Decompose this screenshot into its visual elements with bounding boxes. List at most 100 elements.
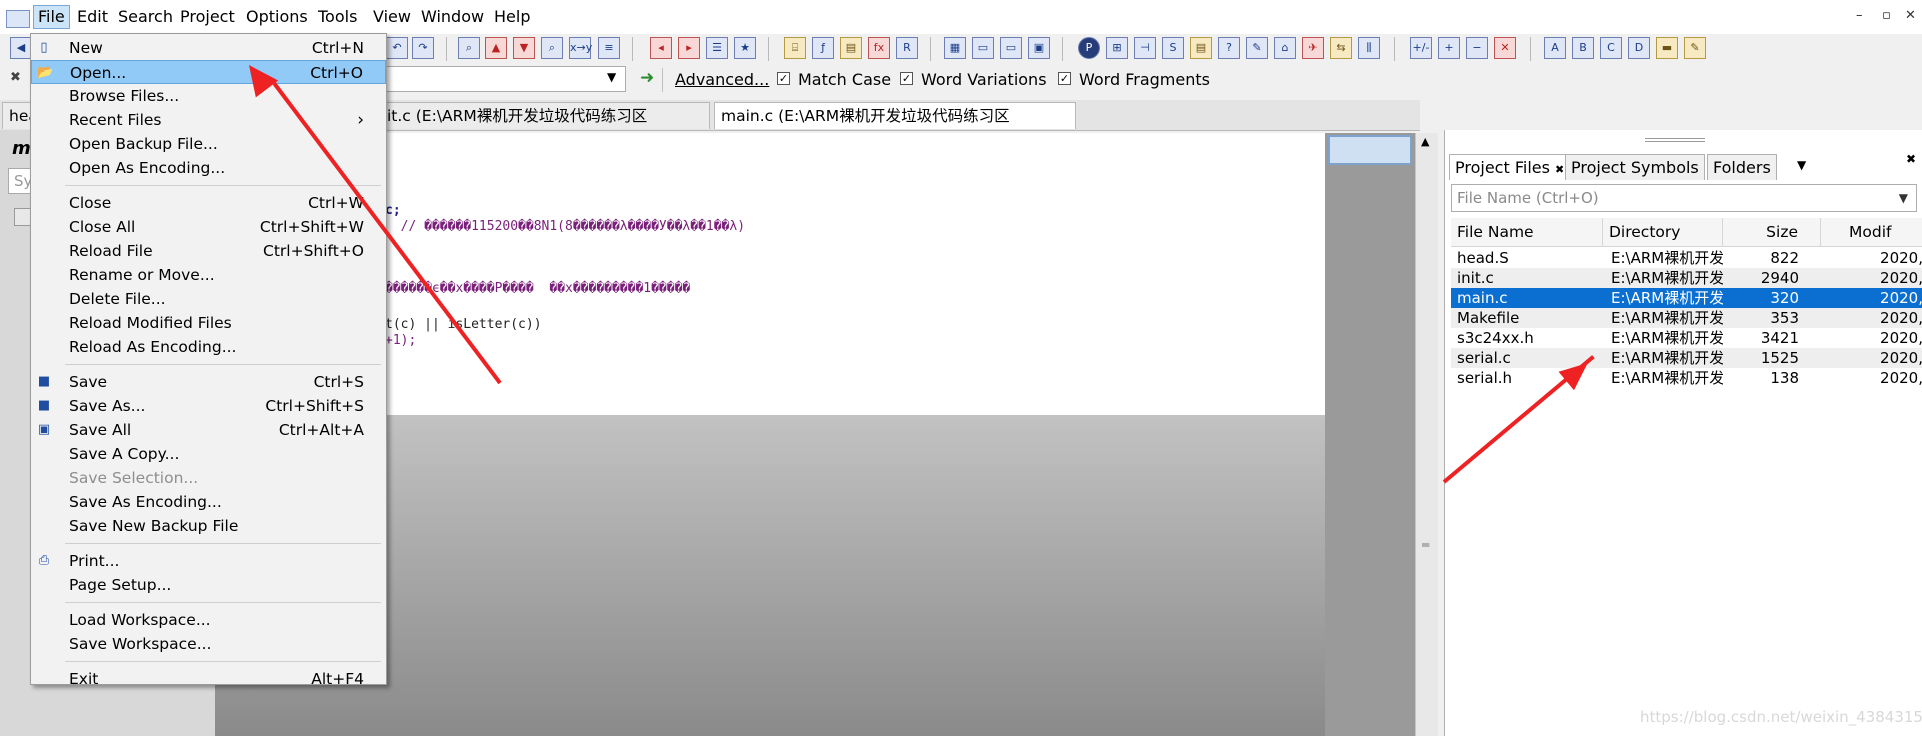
find-icon[interactable]: ⌕ bbox=[458, 37, 480, 59]
tab-project-symbols[interactable]: Project Symbols bbox=[1565, 154, 1705, 180]
file-row[interactable]: s3c24xx.h E:\ARM裸机开发 3421 2020, bbox=[1451, 328, 1922, 348]
menu-edit[interactable]: Edit bbox=[73, 6, 112, 28]
context-icon[interactable]: ▤ bbox=[1190, 37, 1212, 59]
bird-icon[interactable]: ✈ bbox=[1302, 37, 1324, 59]
menu-item-save-all[interactable]: ▣ Save All Ctrl+Alt+A bbox=[31, 418, 386, 442]
menu-item-page-setup[interactable]: Page Setup... bbox=[31, 573, 386, 597]
file-name-input[interactable]: File Name (Ctrl+O) ▼ bbox=[1451, 184, 1917, 212]
menu-file[interactable]: File bbox=[33, 5, 70, 29]
file-row[interactable]: Makefile E:\ARM裸机开发 353 2020, bbox=[1451, 308, 1922, 328]
font-a-icon[interactable]: A bbox=[1544, 37, 1566, 59]
file-row[interactable]: init.c E:\ARM裸机开发 2940 2020, bbox=[1451, 268, 1922, 288]
collapse-icon[interactable]: − bbox=[1466, 37, 1488, 59]
menu-item-open[interactable]: 📂 Open... Ctrl+O bbox=[31, 60, 386, 84]
menu-item-rename-or-move[interactable]: Rename or Move... bbox=[31, 263, 386, 287]
menu-item-new[interactable]: ▯ New Ctrl+N bbox=[31, 36, 386, 60]
menu-item-recent-files[interactable]: Recent Files › bbox=[31, 108, 386, 132]
menu-help[interactable]: Help bbox=[490, 6, 534, 28]
menu-view[interactable]: View bbox=[369, 6, 415, 28]
layout-4-icon[interactable]: ▣ bbox=[1028, 37, 1050, 59]
search-results-icon[interactable]: ≡ bbox=[598, 37, 620, 59]
menu-item-browse-files[interactable]: Browse Files... bbox=[31, 84, 386, 108]
expand-icon[interactable]: + bbox=[1438, 37, 1460, 59]
word-fragments-checkbox[interactable]: ✓ bbox=[1058, 72, 1071, 85]
menu-item-close-all[interactable]: Close All Ctrl+Shift+W bbox=[31, 215, 386, 239]
menu-item-save-a-copy[interactable]: Save A Copy... bbox=[31, 442, 386, 466]
reference-icon[interactable]: R bbox=[896, 37, 918, 59]
minimize-button[interactable]: – bbox=[1856, 8, 1863, 23]
delete-icon[interactable]: ✕ bbox=[1494, 37, 1516, 59]
minimap-viewport[interactable] bbox=[1328, 135, 1412, 165]
menu-tools[interactable]: Tools bbox=[314, 6, 361, 28]
col-modified[interactable]: Modif bbox=[1821, 218, 1922, 246]
tab-project-files[interactable]: Project Files ✖ bbox=[1449, 154, 1571, 180]
edit-doc-icon[interactable]: ✎ bbox=[1684, 37, 1706, 59]
replace-icon[interactable]: x→y bbox=[569, 37, 592, 59]
menu-window[interactable]: Window bbox=[417, 6, 488, 28]
restore-button[interactable]: ▫ bbox=[1882, 8, 1891, 23]
font-b-icon[interactable]: B bbox=[1572, 37, 1594, 59]
menu-item-reload-modified-files[interactable]: Reload Modified Files bbox=[31, 311, 386, 335]
panel-grip[interactable] bbox=[1645, 138, 1705, 142]
bookmark-next-icon[interactable]: ▸ bbox=[678, 37, 700, 59]
tab-folders[interactable]: Folders bbox=[1707, 154, 1777, 180]
symbol-window-icon[interactable]: S bbox=[1162, 37, 1184, 59]
tabs-dropdown-icon[interactable]: ▼ bbox=[1797, 158, 1806, 172]
find-files-icon[interactable]: ⌕ bbox=[541, 37, 563, 59]
layout-1-icon[interactable]: ▦ bbox=[944, 37, 966, 59]
file-row[interactable]: head.S E:\ARM裸机开发 822 2020, bbox=[1451, 248, 1922, 268]
col-file-name[interactable]: File Name bbox=[1451, 218, 1603, 246]
plus-minus-icon[interactable]: +/- bbox=[1410, 37, 1432, 59]
menu-project[interactable]: Project bbox=[176, 6, 239, 28]
menu-item-delete-file[interactable]: Delete File... bbox=[31, 287, 386, 311]
redo-icon[interactable]: ↷ bbox=[412, 37, 434, 59]
jump-definition-icon[interactable]: ƒ bbox=[812, 37, 834, 59]
menu-item-close[interactable]: Close Ctrl+W bbox=[31, 191, 386, 215]
project-window-icon[interactable]: ⊞ bbox=[1106, 37, 1128, 59]
undo-icon[interactable]: ↶ bbox=[386, 37, 408, 59]
search-dropdown-icon[interactable]: ▼ bbox=[607, 70, 616, 84]
col-directory[interactable]: Directory bbox=[1603, 218, 1723, 246]
panel-close-icon[interactable]: ✖ bbox=[1906, 152, 1916, 166]
bookmark-list-icon[interactable]: ☰ bbox=[706, 37, 728, 59]
file-row[interactable]: serial.c E:\ARM裸机开发 1525 2020, bbox=[1451, 348, 1922, 368]
menu-item-print[interactable]: ⎙ Print... bbox=[31, 549, 386, 573]
file-row[interactable]: serial.h E:\ARM裸机开发 138 2020, bbox=[1451, 368, 1922, 388]
menu-item-reload-file[interactable]: Reload File Ctrl+Shift+O bbox=[31, 239, 386, 263]
home-icon[interactable]: ⌂ bbox=[1274, 37, 1296, 59]
close-window-button[interactable]: ✕ bbox=[1905, 8, 1916, 23]
menu-item-save-as-encoding[interactable]: Save As Encoding... bbox=[31, 490, 386, 514]
layout-2-icon[interactable]: ▭ bbox=[972, 37, 994, 59]
menu-item-save-as[interactable]: ■ Save As... Ctrl+Shift+S bbox=[31, 394, 386, 418]
columns-icon[interactable]: ⫼ bbox=[1358, 37, 1380, 59]
find-up-icon[interactable]: ▲ bbox=[485, 37, 507, 59]
font-d-icon[interactable]: D bbox=[1628, 37, 1650, 59]
clip-icon[interactable]: ✎ bbox=[1246, 37, 1268, 59]
help-window-icon[interactable]: ? bbox=[1218, 37, 1240, 59]
project-p-icon[interactable]: P bbox=[1078, 37, 1100, 59]
file-name-dropdown-icon[interactable]: ▼ bbox=[1899, 185, 1908, 211]
match-case-checkbox[interactable]: ✓ bbox=[777, 72, 790, 85]
tab-head-s[interactable]: hea bbox=[2, 102, 38, 129]
menu-item-save-new-backup-file[interactable]: Save New Backup File bbox=[31, 514, 386, 538]
menu-item-save[interactable]: ■ Save Ctrl+S bbox=[31, 370, 386, 394]
symbol-lookup-icon[interactable]: ⌸ bbox=[784, 37, 806, 59]
menu-item-load-workspace[interactable]: Load Workspace... bbox=[31, 608, 386, 632]
back-icon[interactable]: ◀ bbox=[10, 37, 32, 59]
menu-options[interactable]: Options bbox=[242, 6, 312, 28]
word-variations-checkbox[interactable]: ✓ bbox=[900, 72, 913, 85]
go-search-icon[interactable]: ➜ bbox=[640, 68, 654, 88]
search-input[interactable] bbox=[380, 66, 626, 92]
menu-search[interactable]: Search bbox=[114, 6, 177, 28]
menu-item-exit[interactable]: Exit Alt+F4 bbox=[31, 667, 386, 691]
menu-item-reload-as-encoding[interactable]: Reload As Encoding... bbox=[31, 335, 386, 359]
scroll-up-icon[interactable]: ▲ bbox=[1421, 135, 1429, 148]
col-size[interactable]: Size bbox=[1723, 218, 1821, 246]
bookmark-prev-icon[interactable]: ◂ bbox=[650, 37, 672, 59]
file-row[interactable]: main.c E:\ARM裸机开发 320 2020, bbox=[1451, 288, 1922, 308]
splitter-grip-icon[interactable]: ═ bbox=[1422, 538, 1429, 552]
overview-minimap[interactable] bbox=[1325, 133, 1415, 736]
menu-item-save-workspace[interactable]: Save Workspace... bbox=[31, 632, 386, 656]
relation-icon[interactable]: ⊣ bbox=[1134, 37, 1156, 59]
menu-item-open-backup-file[interactable]: Open Backup File... bbox=[31, 132, 386, 156]
